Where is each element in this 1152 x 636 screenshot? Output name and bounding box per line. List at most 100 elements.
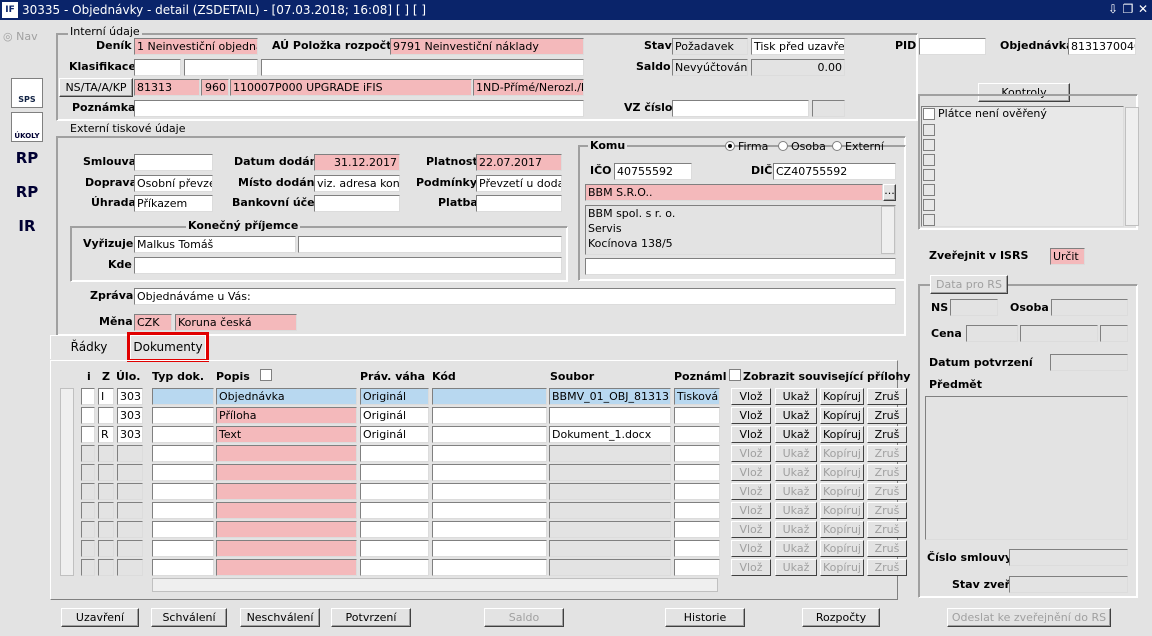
row-prav-cell[interactable] [360,464,429,481]
row-typ-cell[interactable] [152,521,214,538]
row-i-cell[interactable] [81,559,95,576]
row-popis-cell[interactable] [216,464,357,481]
kontroly-checkbox-7[interactable] [923,199,935,211]
row-i-cell[interactable] [81,388,95,405]
row-kod-cell[interactable] [432,483,547,500]
row-prav-cell[interactable] [360,483,429,500]
row-i-cell[interactable] [81,464,95,481]
row-vloz-button[interactable]: Vlož [731,464,771,481]
cislo-smlouvy-field[interactable] [1009,549,1128,566]
row-typ-cell[interactable] [152,445,214,462]
row-pozn-cell[interactable] [674,483,720,500]
row-pozn-cell[interactable] [674,502,720,519]
row-typ-cell[interactable] [152,502,214,519]
row-prav-cell[interactable]: Originál [360,407,429,424]
row-popis-cell[interactable] [216,521,357,538]
externi-radio[interactable] [832,141,842,151]
row-soubor-cell[interactable] [549,540,671,557]
row-ulo-cell[interactable] [117,445,143,462]
row-pozn-cell[interactable] [674,559,720,576]
smlouva-field[interactable] [134,154,213,171]
sps-icon[interactable]: SPS [11,78,43,108]
firma-name-field[interactable]: BBM S.R.O.. [585,184,883,201]
row-pozn-cell[interactable] [674,540,720,557]
isrs-osoba-field[interactable] [1051,299,1128,316]
row-typ-cell[interactable] [152,407,214,424]
row-popis-cell[interactable] [216,559,357,576]
row-ukaz-button[interactable]: Ukaž [775,483,817,500]
row-ulo-cell[interactable] [117,464,143,481]
row-zrus-button[interactable]: Zruš [867,407,907,424]
historie-button[interactable]: Historie [665,608,745,627]
rows-scrollbar-h[interactable] [152,578,718,592]
row-pozn-cell[interactable] [674,464,720,481]
row-ukaz-button[interactable]: Ukaž [775,502,817,519]
row-soubor-cell[interactable] [549,502,671,519]
denik-field[interactable]: 1 Neinvestiční objednávk [134,38,258,55]
row-pozn-cell[interactable] [674,426,720,443]
poznamka-field[interactable] [134,100,584,117]
stav-field-1[interactable]: Požadavek [672,38,748,55]
row-prav-cell[interactable] [360,445,429,462]
kde-field[interactable] [134,257,562,274]
row-kopiruj-button[interactable]: Kopíruj [820,464,864,481]
rp-eu-icon[interactable]: RP [11,180,43,210]
row-kopiruj-button[interactable]: Kopíruj [820,559,864,576]
row-zrus-button[interactable]: Zruš [867,540,907,557]
row-popis-cell[interactable] [216,502,357,519]
row-z-cell[interactable] [98,483,114,500]
row-prav-cell[interactable] [360,559,429,576]
row-prav-cell[interactable] [360,502,429,519]
ico-field[interactable]: 40755592 [614,163,692,180]
ns-field-4[interactable]: 1ND-Přímé/Nerozl./HČ- [473,79,584,96]
row-soubor-cell[interactable] [549,559,671,576]
row-z-cell[interactable] [98,521,114,538]
row-popis-cell[interactable]: Objednávka [216,388,357,405]
isrs-cena-field-1[interactable] [966,325,1018,342]
row-ulo-cell[interactable] [117,502,143,519]
au-field[interactable]: 9791 Neinvestiční náklady [390,38,584,55]
row-kod-cell[interactable] [432,559,547,576]
vz-field-2[interactable] [812,100,845,117]
row-ukaz-button[interactable]: Ukaž [775,540,817,557]
kontroly-checkbox-6[interactable] [923,184,935,196]
osoba-radio[interactable] [778,141,788,151]
row-z-cell[interactable] [98,445,114,462]
row-ulo-cell[interactable]: 303 [117,407,143,424]
row-zrus-button[interactable]: Zruš [867,559,907,576]
row-popis-cell[interactable]: Příloha [216,407,357,424]
stav-field-2[interactable]: Tisk před uzavření [751,38,845,55]
potvrzeni-button[interactable]: Potvrzení [331,608,411,627]
odeslat-rs-button[interactable]: Odeslat ke zveřejnění do RS [947,608,1111,627]
row-vloz-button[interactable]: Vlož [731,388,771,405]
row-soubor-cell[interactable] [549,445,671,462]
row-kopiruj-button[interactable]: Kopíruj [820,502,864,519]
saldo-field-1[interactable]: Nevyúčtováno [672,59,748,76]
row-pozn-cell[interactable] [674,407,720,424]
row-kod-cell[interactable] [432,426,547,443]
row-kopiruj-button[interactable]: Kopíruj [820,388,864,405]
row-kod-cell[interactable] [432,464,547,481]
row-i-cell[interactable] [81,407,95,424]
firma-lookup-button[interactable]: ... [883,184,896,201]
row-soubor-cell[interactable]: Dokument_1.docx [549,426,671,443]
row-kopiruj-button[interactable]: Kopíruj [820,483,864,500]
row-zrus-button[interactable]: Zruš [867,502,907,519]
komu-extra-field[interactable] [585,258,896,275]
close-icon[interactable]: ✕ [1136,2,1150,16]
kontroly-checkbox-8[interactable] [923,214,935,226]
row-vloz-button[interactable]: Vlož [731,445,771,462]
row-kod-cell[interactable] [432,540,547,557]
row-z-cell[interactable] [98,407,114,424]
row-zrus-button[interactable]: Zruš [867,464,907,481]
row-ulo-cell[interactable]: 303 [117,426,143,443]
row-ukaz-button[interactable]: Ukaž [775,388,817,405]
row-ukaz-button[interactable]: Ukaž [775,445,817,462]
row-vloz-button[interactable]: Vlož [731,502,771,519]
row-kod-cell[interactable] [432,502,547,519]
row-z-cell[interactable] [98,540,114,557]
ukoly-icon[interactable]: ÚKOLY [11,112,43,142]
datum-potvrzeni-field[interactable] [1050,354,1128,371]
row-ukaz-button[interactable]: Ukaž [775,407,817,424]
minimize-icon[interactable]: ⇩ [1106,2,1120,16]
